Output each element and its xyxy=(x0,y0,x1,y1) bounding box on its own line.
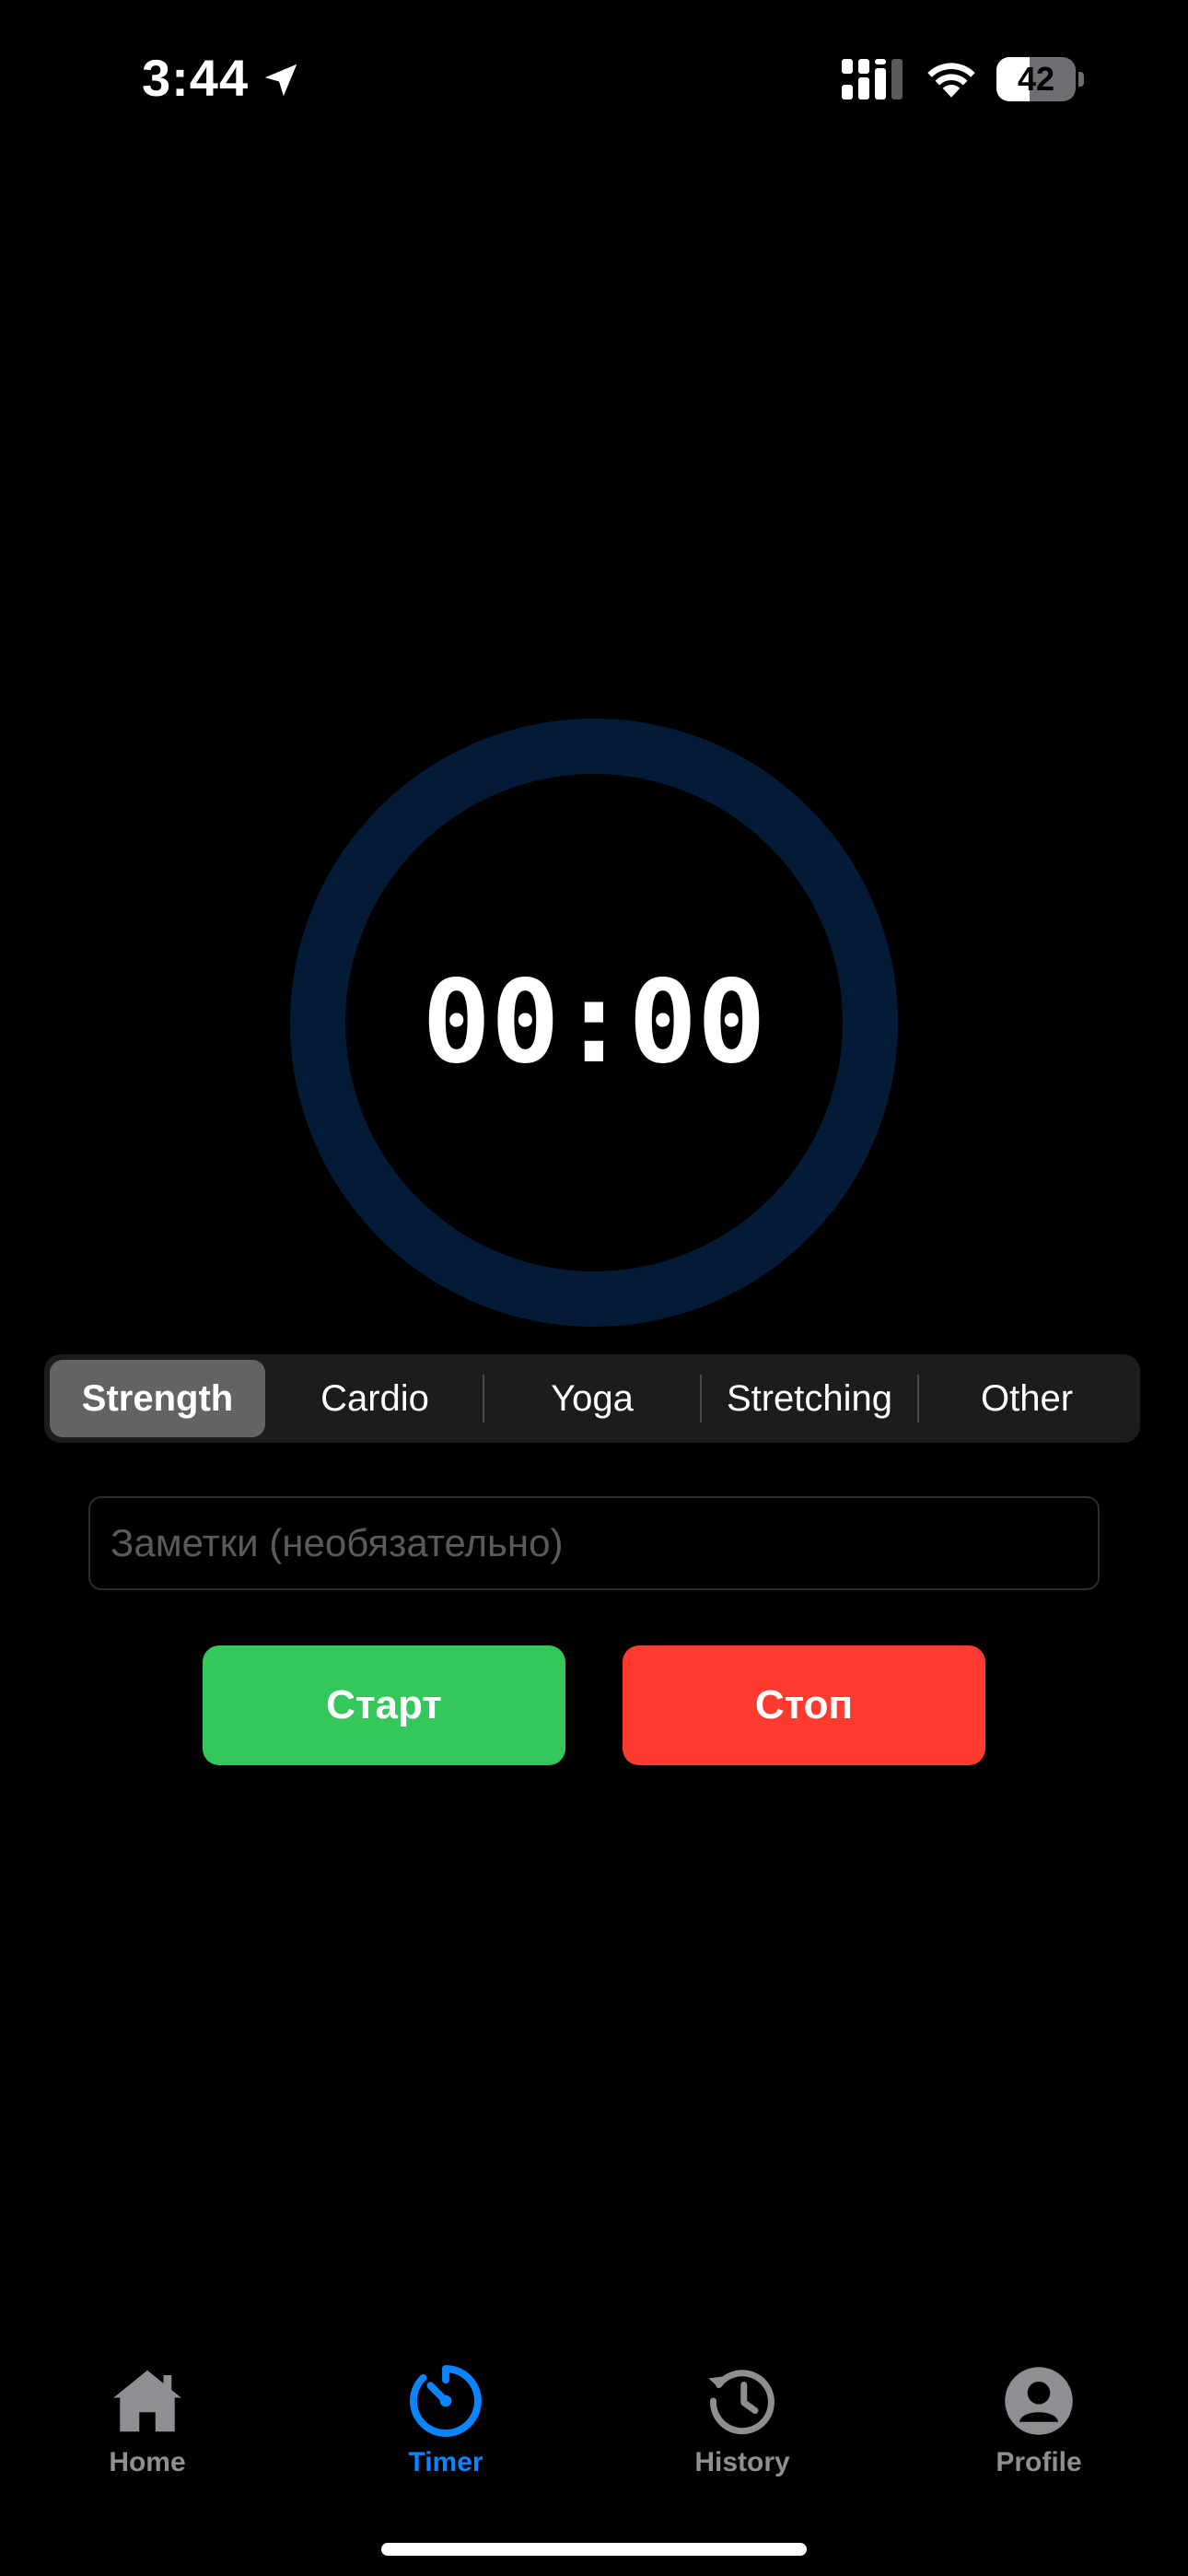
wifi-icon xyxy=(927,63,975,98)
segment-yoga[interactable]: Yoga xyxy=(484,1360,700,1437)
timer-icon xyxy=(410,2365,482,2437)
status-time: 3:44 xyxy=(142,49,250,107)
tab-history-label: History xyxy=(694,2447,790,2477)
notes-input[interactable] xyxy=(88,1496,1100,1590)
start-button[interactable]: Старт xyxy=(203,1645,565,1765)
battery-icon: 42 xyxy=(996,57,1085,101)
battery-tip xyxy=(1078,72,1084,87)
history-clock-icon xyxy=(708,2370,775,2435)
stop-button[interactable]: Стоп xyxy=(623,1645,985,1765)
house-icon xyxy=(113,2370,181,2432)
tab-profile-label: Profile xyxy=(996,2447,1082,2477)
battery-level: 42 xyxy=(1017,60,1055,98)
tab-home-label: Home xyxy=(109,2447,186,2477)
tab-timer-label: Timer xyxy=(408,2447,483,2477)
tab-bar: Home Timer History Profile xyxy=(0,2340,1188,2506)
tab-home[interactable]: Home xyxy=(55,2362,239,2500)
cellular-signal-icon xyxy=(842,59,903,100)
workout-type-segmented-control: Strength Cardio Yoga Stretching Other xyxy=(44,1354,1140,1443)
battery-body: 42 xyxy=(996,57,1076,101)
person-circle-icon xyxy=(1005,2367,1073,2435)
segment-cardio[interactable]: Cardio xyxy=(267,1360,483,1437)
status-bar: 3:44 42 xyxy=(0,0,1188,157)
tab-history[interactable]: History xyxy=(650,2362,834,2500)
segment-stretching[interactable]: Stretching xyxy=(702,1360,917,1437)
timer-display: 00:00 xyxy=(422,956,766,1089)
segment-other[interactable]: Other xyxy=(919,1360,1135,1437)
tab-profile[interactable]: Profile xyxy=(947,2362,1131,2500)
home-indicator xyxy=(381,2543,807,2556)
segment-strength[interactable]: Strength xyxy=(50,1360,265,1437)
location-arrow-icon xyxy=(264,64,297,97)
tab-timer[interactable]: Timer xyxy=(354,2362,538,2500)
